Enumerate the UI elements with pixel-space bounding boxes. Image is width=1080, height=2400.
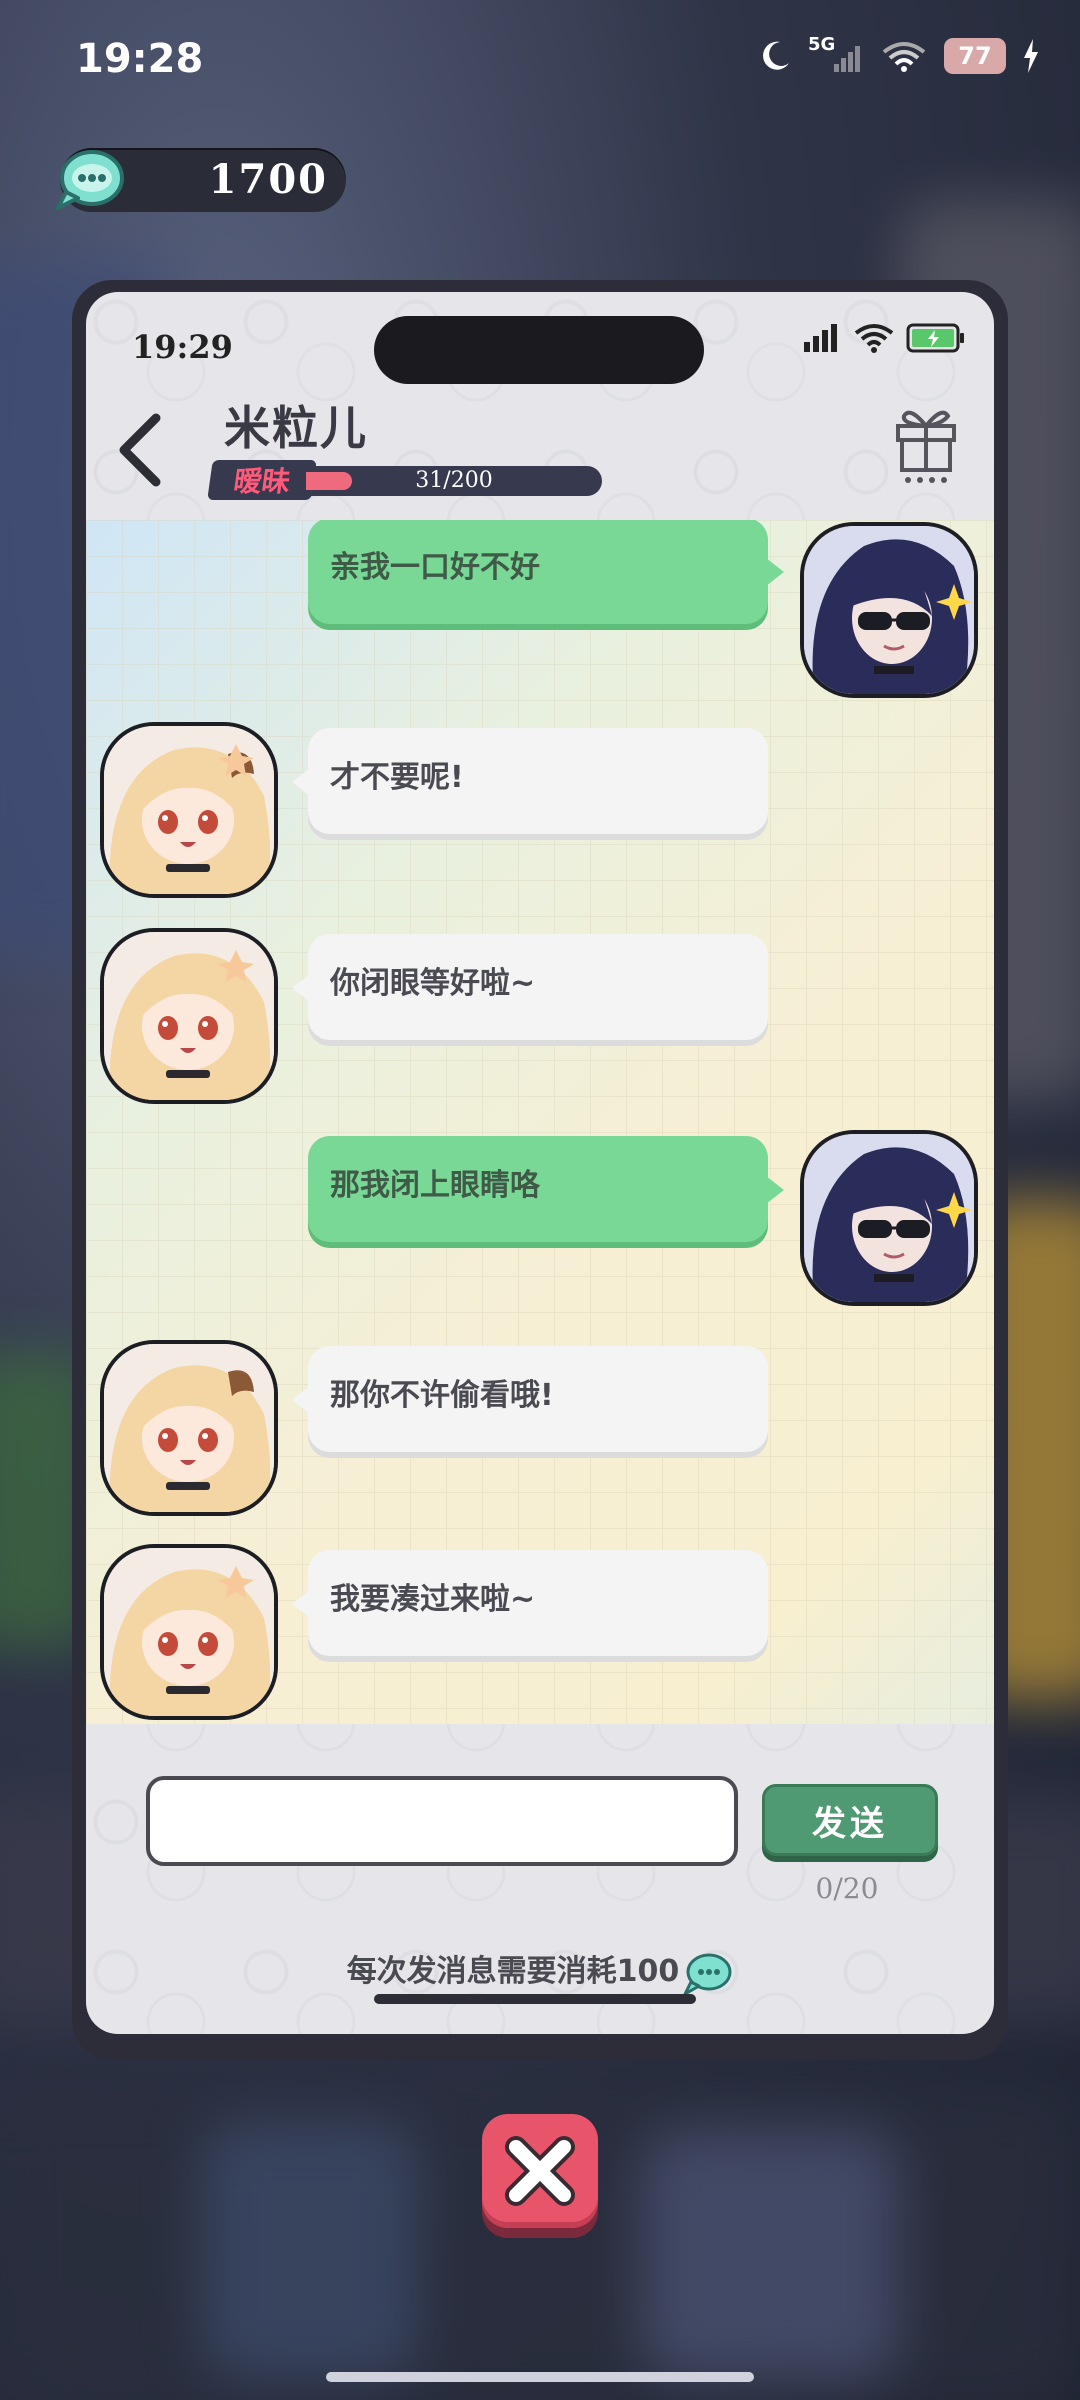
status-time: 19:28: [76, 36, 204, 82]
phone-time: 19:29: [132, 328, 233, 366]
player-message-bubble: 亲我一口好不好: [308, 520, 784, 624]
currency-amount: 1700: [208, 156, 328, 203]
relationship-label: 暧昧: [207, 460, 317, 500]
npc-avatar: [100, 1544, 278, 1720]
chat-bubble-coin-icon: [56, 150, 124, 210]
phone-signal-icon: [804, 324, 837, 352]
message-row: 亲我一口好不好: [86, 520, 994, 700]
contact-name: 米粒儿: [224, 401, 368, 455]
message-row: 你闭眼等好啦~: [86, 928, 994, 1108]
phone-battery-charging-icon: [906, 323, 964, 353]
npc-avatar: [100, 722, 278, 898]
npc-message-bubble: 我要凑过来啦~: [292, 1550, 768, 1656]
phone-screen: 19:29 米粒儿 暧昧 31/200 亲我一口好不好 才不要呢! 你闭眼等好啦…: [86, 292, 994, 2034]
message-input[interactable]: [146, 1776, 738, 1866]
npc-message-bubble: 才不要呢!: [292, 728, 768, 834]
gift-icon[interactable]: [890, 400, 962, 484]
message-cost-note: 每次发消息需要消耗100: [86, 1946, 994, 1996]
system-status-bar: 19:28 5G 77: [0, 0, 1080, 120]
chat-message-list[interactable]: 亲我一口好不好 才不要呢! 你闭眼等好啦~ 那我闭上眼睛咯 那你不许偷看哦! 我…: [86, 520, 994, 1724]
wifi-icon: [882, 42, 926, 72]
currency-counter: 1700: [56, 148, 346, 212]
message-composer: 发送 0/20 每次发消息需要消耗100: [86, 1724, 994, 2034]
relationship-progress-bar: 31/200: [306, 466, 602, 496]
close-icon: [505, 2136, 575, 2206]
message-row: 我要凑过来啦~: [86, 1544, 994, 1724]
send-button[interactable]: 发送: [762, 1784, 938, 1856]
npc-message-bubble: 那你不许偷看哦!: [292, 1346, 768, 1452]
cellular-signal-icon: 5G: [808, 34, 864, 74]
message-cost-text: 每次发消息需要消耗100: [346, 1954, 680, 1989]
chat-bubble-coin-icon: [683, 1953, 732, 1995]
character-count: 0/20: [815, 1872, 879, 1905]
npc-avatar: [100, 928, 278, 1104]
player-avatar: [800, 1130, 978, 1306]
battery-indicator: 77: [944, 38, 1006, 74]
message-row: 才不要呢!: [86, 722, 994, 902]
player-avatar: [800, 522, 978, 698]
system-home-indicator[interactable]: [326, 2372, 754, 2382]
charging-bolt-icon: [1024, 39, 1038, 73]
chat-header: 米粒儿 暧昧 31/200: [86, 372, 994, 520]
message-row: 那你不许偷看哦!: [86, 1340, 994, 1520]
back-arrow-icon[interactable]: [108, 410, 178, 490]
npc-message-bubble: 你闭眼等好啦~: [292, 934, 768, 1040]
message-row: 那我闭上眼睛咯: [86, 1130, 994, 1310]
phone-wifi-icon: [854, 324, 894, 353]
relationship-progress-text: 31/200: [415, 468, 493, 493]
do-not-disturb-moon-icon: [763, 41, 789, 70]
phone-home-indicator: [374, 1994, 696, 2004]
close-button[interactable]: [482, 2114, 598, 2228]
npc-avatar: [100, 1340, 278, 1516]
player-message-bubble: 那我闭上眼睛咯: [308, 1136, 784, 1242]
